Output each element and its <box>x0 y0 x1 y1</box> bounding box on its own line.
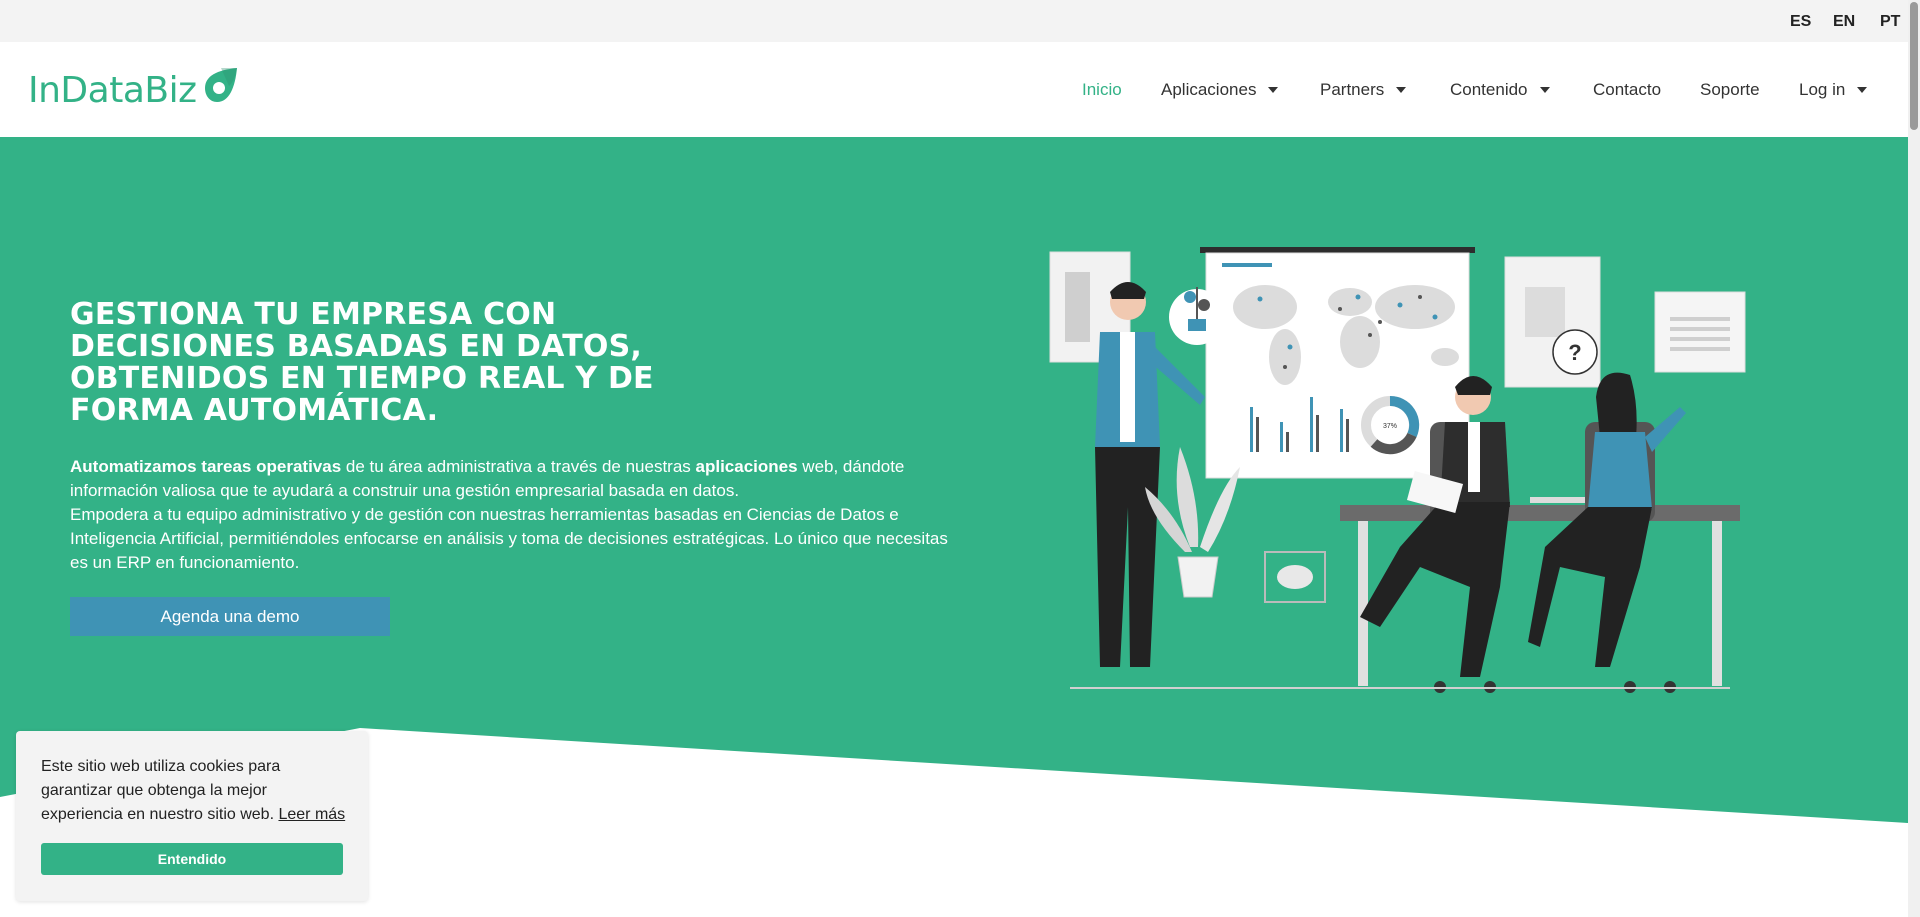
accept-cookies-button[interactable]: Entendido <box>41 843 343 875</box>
nav-contacto[interactable]: Contacto <box>1593 80 1661 100</box>
team-meeting-illustration: 37% ? <box>1049 247 1746 693</box>
caret-down-icon <box>1268 87 1279 93</box>
hero-paragraph-2: Empodera a tu equipo administrativo y de… <box>70 505 948 572</box>
site-header: InDataBiz Inicio Aplicaciones Partners C… <box>0 42 1920 137</box>
brand-logo[interactable]: InDataBiz <box>28 67 241 113</box>
nav-inicio[interactable]: Inicio <box>1082 80 1122 100</box>
nav-login[interactable]: Log in <box>1799 80 1868 100</box>
leaf-drop-icon <box>204 67 237 102</box>
nav-aplicaciones[interactable]: Aplicaciones <box>1161 80 1279 100</box>
caret-down-icon <box>1396 87 1407 93</box>
hero-paragraph-1: Automatizamos tareas operativas de tu ár… <box>70 457 905 500</box>
caret-down-icon <box>1539 87 1550 93</box>
nav-partners[interactable]: Partners <box>1320 80 1407 100</box>
caret-down-icon <box>1857 87 1868 93</box>
read-more-link[interactable]: Leer más <box>278 806 345 823</box>
hero-description: Automatizamos tareas operativas de tu ár… <box>70 455 960 575</box>
lang-es-link[interactable]: ES <box>1790 13 1811 31</box>
nav-soporte[interactable]: Soporte <box>1700 80 1760 100</box>
language-bar: ES EN PT <box>0 0 1920 42</box>
schedule-demo-button[interactable]: Agenda una demo <box>70 597 390 636</box>
cookie-message: Este sitio web utiliza cookies para gara… <box>41 758 346 823</box>
donut-percent-label: 37% <box>1383 423 1397 430</box>
scrollbar-thumb[interactable] <box>1910 2 1918 130</box>
nav-contenido[interactable]: Contenido <box>1450 80 1550 100</box>
page-scrollbar[interactable] <box>1908 0 1920 917</box>
hero-title: GESTIONA TU EMPRESA CON DECISIONES BASAD… <box>70 297 654 428</box>
cookie-consent-banner: Este sitio web utiliza cookies para gara… <box>16 731 368 901</box>
lang-en-link[interactable]: EN <box>1833 13 1855 31</box>
svg-text:?: ? <box>1568 340 1581 365</box>
brand-name: InDataBiz <box>28 70 197 111</box>
lang-pt-link[interactable]: PT <box>1880 13 1900 31</box>
